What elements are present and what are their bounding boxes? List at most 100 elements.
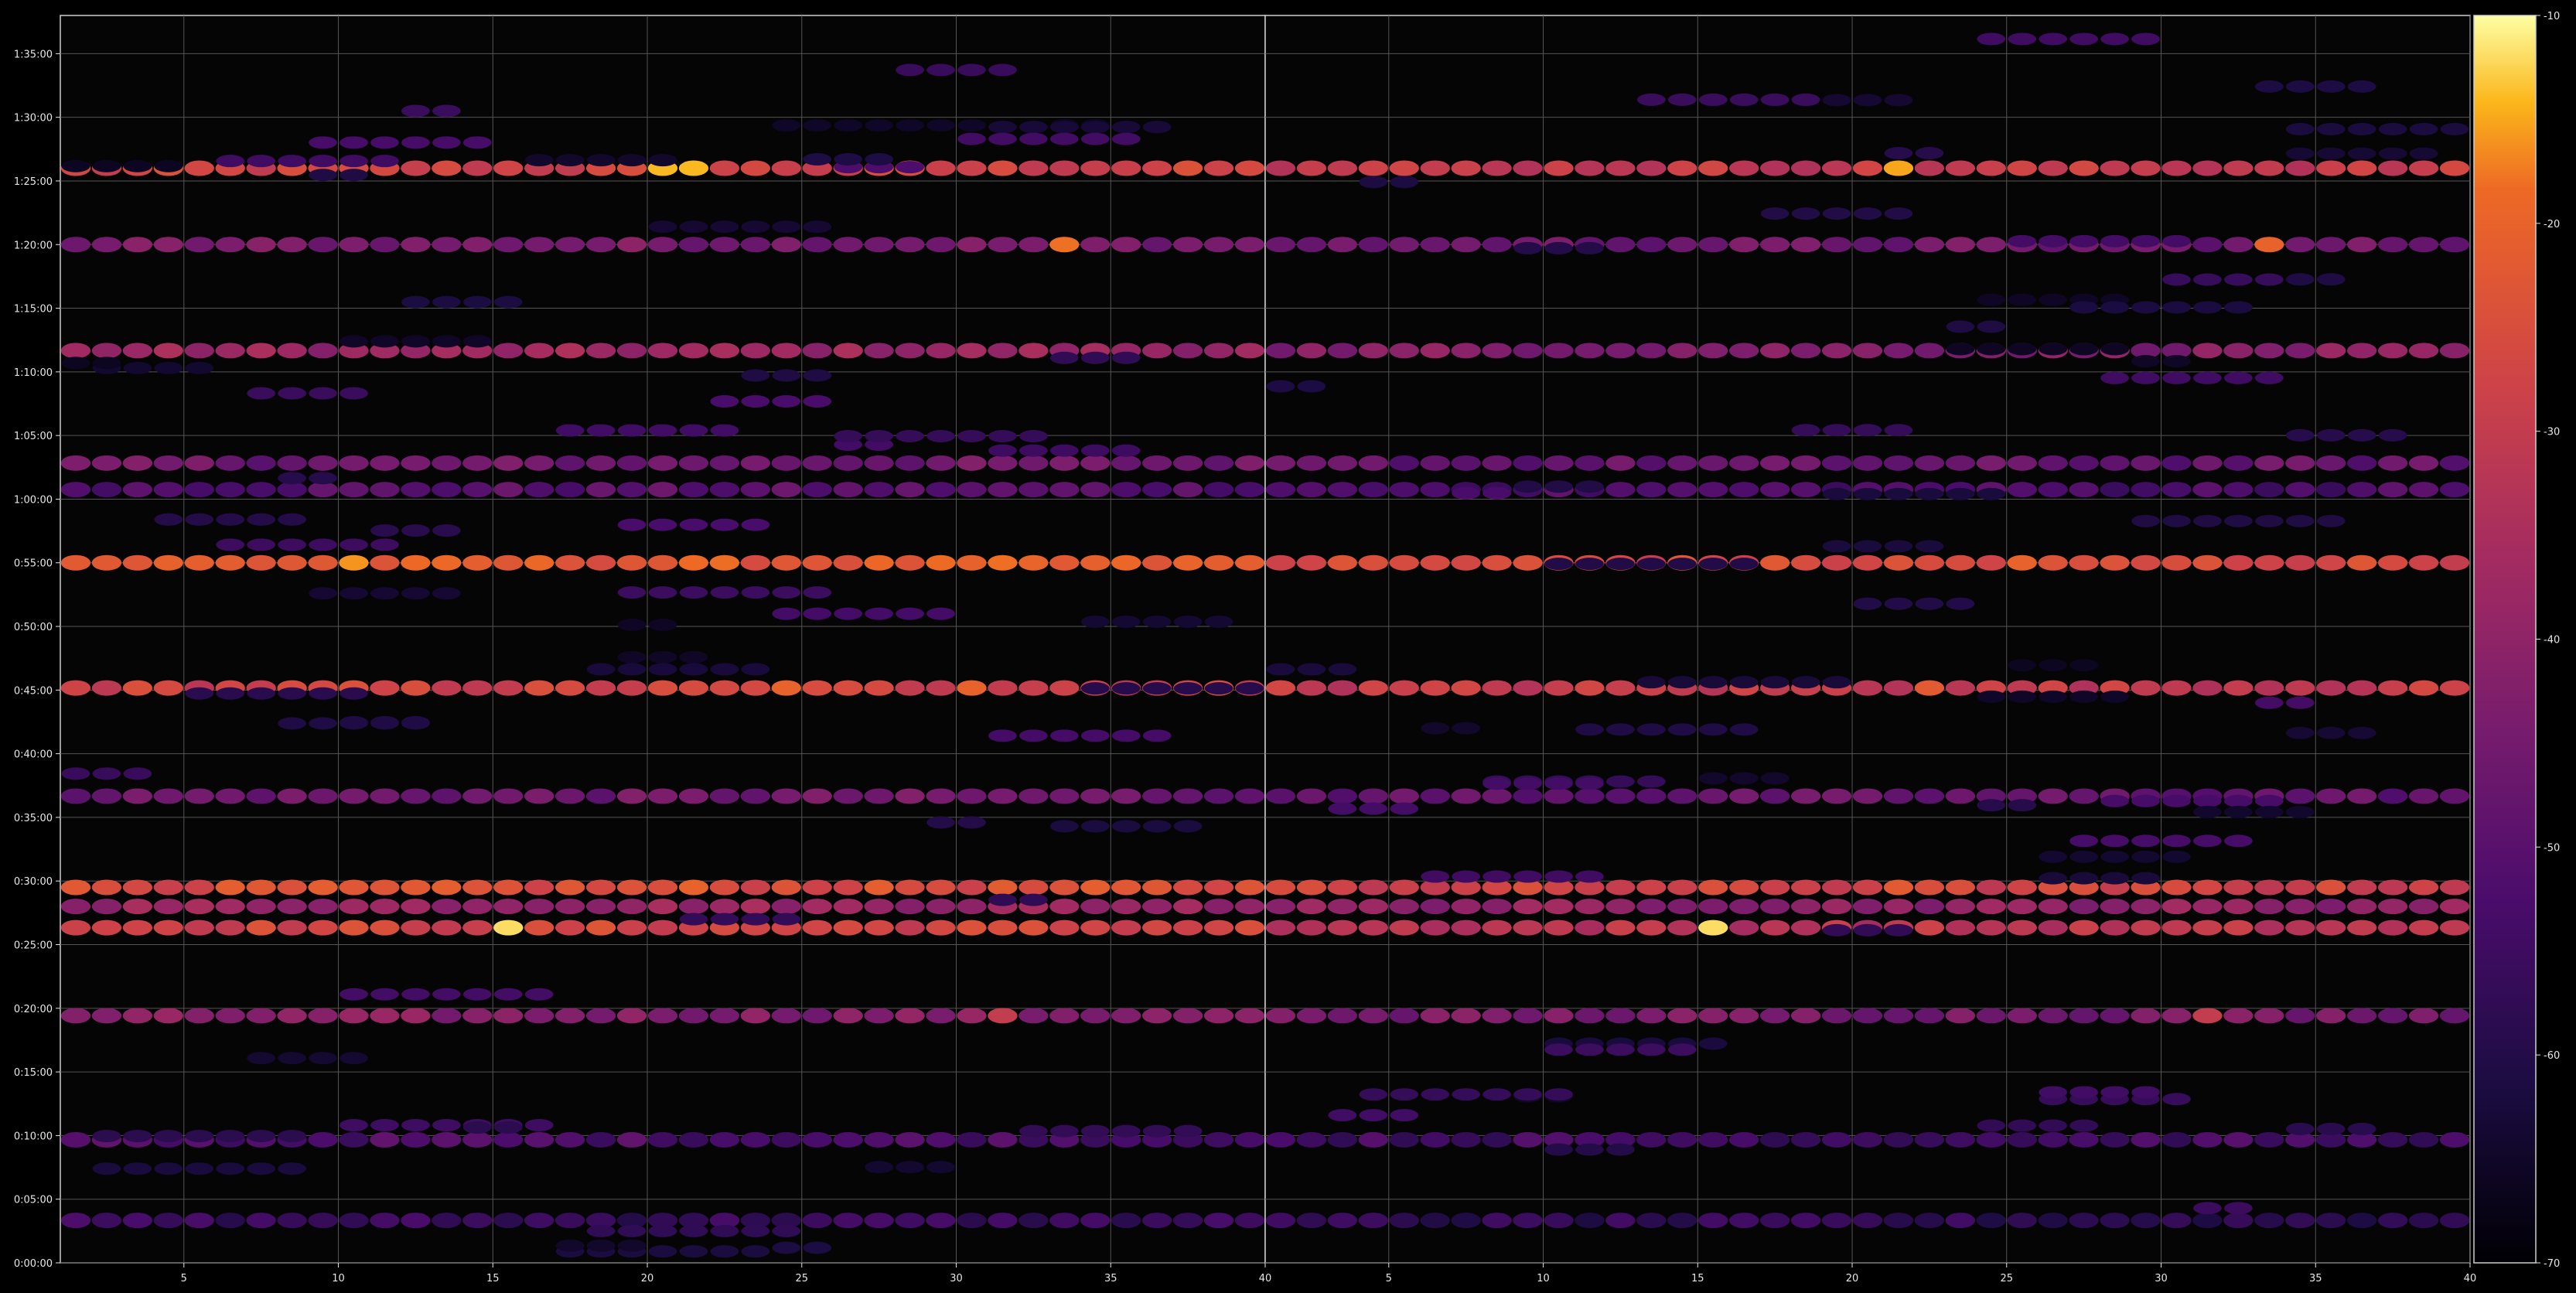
heat-cell (1698, 237, 1728, 253)
x-tick-label: 35 (2309, 1273, 2322, 1284)
heat-cell (1513, 919, 1543, 936)
heat-cell (1884, 424, 1913, 437)
heat-cell (678, 788, 709, 804)
heat-cell (554, 343, 585, 359)
heat-cell (2007, 455, 2037, 471)
colorbar-tick-label: -40 (2544, 635, 2560, 646)
heat-cell (2131, 1213, 2161, 1229)
heat-cell (710, 424, 739, 437)
heat-cell (2069, 1119, 2099, 1132)
heat-cell (524, 680, 554, 696)
heat-cell (833, 1131, 863, 1148)
heat-cell (2069, 659, 2099, 672)
y-tick-label: 0:40:00 (14, 749, 53, 761)
heat-cell (1204, 682, 1233, 695)
heat-cell (1142, 616, 1172, 629)
heat-cell (401, 717, 430, 730)
heat-cell (1790, 237, 1821, 253)
heat-cell (1389, 343, 1419, 359)
heat-cell (122, 680, 153, 696)
heat-cell (926, 1008, 956, 1024)
heat-cell (1049, 820, 1079, 833)
heat-cell (462, 482, 493, 498)
heat-cell (772, 607, 801, 620)
heat-cell (1142, 1213, 1172, 1229)
heat-cell (1080, 1213, 1111, 1229)
heat-cell (432, 988, 461, 1001)
heat-cell (988, 788, 1018, 804)
heat-cell (2008, 32, 2037, 46)
heat-cell (1575, 558, 1604, 571)
heat-cell (432, 1213, 462, 1229)
heat-cell (1203, 554, 1234, 571)
heat-cell (1821, 788, 1852, 804)
heat-cell (1575, 1213, 1605, 1229)
heat-cell (833, 899, 863, 915)
left-panel-frame (60, 15, 1266, 1264)
heat-cell (2347, 554, 2377, 571)
heat-cell (2069, 1213, 2099, 1229)
heat-cell (741, 586, 770, 599)
heat-cell (2254, 680, 2284, 696)
heat-cell (308, 343, 338, 359)
heat-cell (1203, 899, 1234, 915)
heat-cell (1018, 455, 1049, 471)
heat-cell (2223, 899, 2254, 915)
heat-cell (1142, 682, 1172, 695)
heat-cell (1852, 899, 1883, 915)
heat-cell (1945, 899, 1976, 915)
heat-cell (1884, 540, 1913, 553)
heat-cell (2161, 554, 2192, 571)
heat-cell (1914, 1213, 1945, 1229)
heat-cell (1019, 444, 1048, 457)
heat-cell (1977, 1119, 2006, 1132)
heat-cell (710, 913, 739, 926)
heat-cell (2377, 455, 2408, 471)
heat-cell (1390, 1109, 1419, 1122)
heat-cell (61, 357, 90, 370)
heat-cell (184, 455, 214, 471)
heat-cell (1421, 722, 1450, 735)
heat-cell (339, 1008, 369, 1024)
heat-cell (957, 132, 986, 145)
heat-cell (1451, 680, 1481, 696)
heat-cell (802, 680, 832, 696)
heat-cell (896, 429, 924, 442)
y-tick-label: 0:55:00 (14, 558, 53, 570)
heat-cell (988, 343, 1018, 359)
heat-cell (678, 455, 709, 471)
heat-cell (585, 237, 616, 253)
heat-cell (1018, 1008, 1049, 1024)
heat-cell (2131, 301, 2160, 314)
heat-cell (1667, 723, 1697, 736)
heat-cell (122, 1213, 153, 1229)
heat-cell (554, 237, 585, 253)
heat-cell (2285, 806, 2315, 819)
heat-cell (1080, 455, 1111, 471)
heat-cell (772, 119, 801, 132)
heat-cell (1790, 788, 1821, 804)
heat-cell (1760, 772, 1790, 785)
heat-cell (616, 788, 647, 804)
heat-cell (1853, 94, 1882, 107)
heat-cell (1451, 554, 1481, 571)
heat-cell (1296, 1131, 1327, 1148)
heat-cell (1111, 899, 1141, 915)
heat-cell (308, 1008, 338, 1024)
heat-cell (246, 1008, 276, 1024)
heat-cell (1203, 1131, 1234, 1148)
heat-cell (370, 455, 400, 471)
heat-cell (185, 1162, 214, 1175)
heat-cell (1976, 899, 2006, 915)
heat-cell (1019, 729, 1048, 742)
heat-cell (2347, 1008, 2377, 1024)
heat-cell (616, 237, 647, 253)
heat-cell (1605, 237, 1636, 253)
heat-cell (1667, 788, 1697, 804)
heat-cell (1945, 554, 1976, 571)
heat-cell (1142, 788, 1172, 804)
heat-cell (154, 1129, 183, 1142)
heat-cell (2377, 343, 2408, 359)
heat-cell (2192, 1131, 2223, 1148)
heat-cell (2223, 680, 2254, 696)
